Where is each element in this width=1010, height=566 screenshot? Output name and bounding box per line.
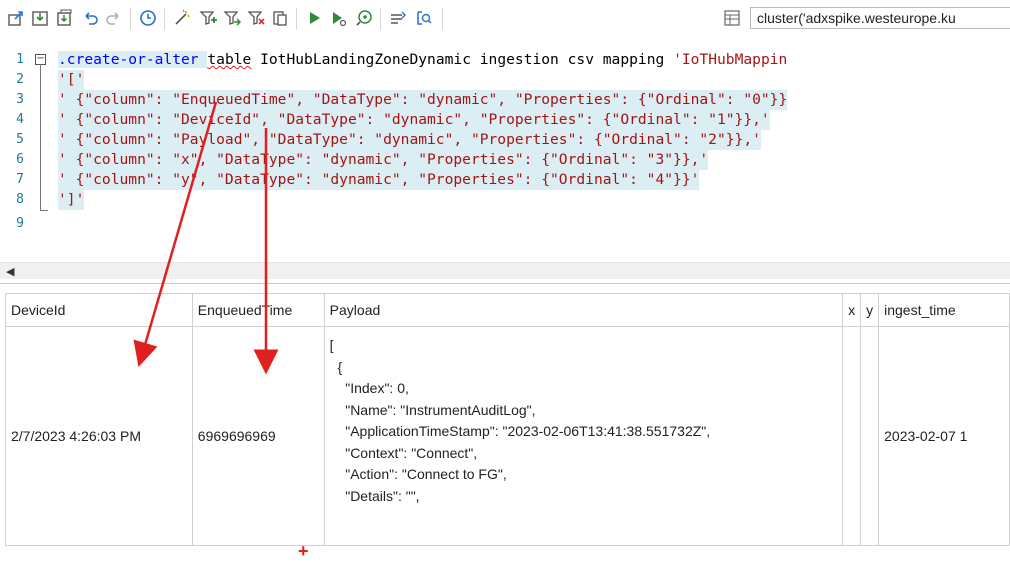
code-line: 1 − .create-or-alter table IotHubLanding… — [0, 50, 1010, 70]
code-text: '[' — [58, 70, 85, 90]
payload-line: "Name": "InstrumentAuditLog", — [329, 401, 536, 418]
fold-guide — [40, 64, 41, 210]
cluster-icon — [722, 8, 742, 28]
format-icon[interactable] — [172, 8, 192, 28]
fold-guide-end — [40, 210, 48, 211]
compare-icon[interactable] — [388, 8, 408, 28]
code-line: 2 '[' — [0, 70, 1010, 90]
header-row: DeviceId EnqueuedTime Payload x y ingest… — [5, 293, 1010, 327]
results-table: DeviceId EnqueuedTime Payload x y ingest… — [5, 293, 1010, 546]
share-icon[interactable] — [222, 8, 242, 28]
code-line: 7 ' {"column": "y", "DataType": "dynamic… — [0, 170, 1010, 190]
new-query-icon[interactable] — [198, 8, 218, 28]
save-all-icon[interactable] — [54, 8, 74, 28]
run-icon[interactable] — [304, 8, 324, 28]
results-grid: DeviceId EnqueuedTime Payload x y ingest… — [0, 283, 1010, 566]
cluster-connection-box[interactable]: cluster('adxspike.westeurope.ku — [750, 7, 1010, 29]
code-line: 4 ' {"column": "DeviceId", "DataType": "… — [0, 110, 1010, 130]
save-icon[interactable] — [30, 8, 50, 28]
code-text: .create-or-alter table IotHubLandingZone… — [58, 51, 788, 68]
cell-ingest-time[interactable]: 2023-02-07 1 — [878, 326, 1010, 546]
column-header-ingest-time[interactable]: ingest_time — [878, 293, 1010, 327]
payload-line: "Details": "", — [329, 487, 420, 504]
column-header-enqueuedtime[interactable]: EnqueuedTime — [191, 293, 325, 327]
code-text: ' {"column": "Payload", "DataType": "dyn… — [58, 130, 761, 150]
cell-payload[interactable]: [ { "Index": 0, "Name": "InstrumentAudit… — [323, 326, 844, 546]
line-number: 4 — [16, 112, 24, 127]
cluster-selector[interactable]: cluster('adxspike.westeurope.ku — [722, 7, 1010, 29]
column-header-deviceid[interactable]: DeviceId — [5, 293, 193, 327]
code-text: ' {"column": "EnqueuedTime", "DataType":… — [58, 90, 788, 110]
editor-horizontal-scrollbar[interactable]: ◀ — [0, 262, 1010, 279]
line-number: 2 — [16, 72, 24, 87]
undo-icon[interactable] — [80, 8, 100, 28]
code-line: 3 ' {"column": "EnqueuedTime", "DataType… — [0, 90, 1010, 110]
cell-x[interactable] — [842, 326, 862, 546]
payload-line: "Action": "Connect to FG", — [329, 466, 507, 482]
line-number: 5 — [16, 132, 24, 147]
payload-line: { — [329, 358, 343, 375]
column-header-x[interactable]: x — [842, 293, 862, 327]
column-header-payload[interactable]: Payload — [323, 293, 844, 327]
table-row[interactable]: 2/7/2023 4:26:03 PM 6969696969 [ { "Inde… — [5, 326, 1010, 546]
history-icon[interactable] — [138, 8, 158, 28]
code-text: ']' — [58, 190, 85, 210]
line-number: 8 — [16, 192, 24, 207]
payload-line: "Index": 0, — [329, 380, 409, 396]
payload-line: "Context": "Connect", — [329, 444, 478, 461]
export-icon[interactable] — [6, 8, 26, 28]
share-results-icon[interactable] — [246, 8, 266, 28]
line-number: 7 — [16, 172, 24, 187]
code-text: ' {"column": "x", "DataType": "dynamic",… — [58, 150, 709, 170]
payload-line: [ — [329, 337, 334, 353]
code-line: 6 ' {"column": "x", "DataType": "dynamic… — [0, 150, 1010, 170]
payload-line: "ApplicationTimeStamp": "2023-02-06T13:4… — [329, 423, 711, 439]
copy-icon[interactable] — [270, 8, 290, 28]
cell-y[interactable] — [860, 326, 880, 546]
query-editor[interactable]: 1 − .create-or-alter table IotHubLanding… — [0, 38, 1010, 260]
line-number: 9 — [16, 216, 24, 231]
code-line: 9 — [0, 210, 1010, 231]
cell-deviceid[interactable]: 2/7/2023 4:26:03 PM — [5, 326, 193, 546]
code-line: 5 ' {"column": "Payload", "DataType": "d… — [0, 130, 1010, 150]
scroll-left-icon[interactable]: ◀ — [6, 265, 14, 278]
line-number: 6 — [16, 152, 24, 167]
code-line: 8 ']' — [0, 190, 1010, 210]
annotation-plus: + — [298, 541, 309, 561]
toolbar: cluster('adxspike.westeurope.ku — [0, 0, 1010, 36]
code-text: ' {"column": "DeviceId", "DataType": "dy… — [58, 110, 770, 130]
line-number: 1 — [16, 52, 24, 67]
column-header-y[interactable]: y — [860, 293, 880, 327]
refresh-icon[interactable] — [414, 8, 434, 28]
recall-icon[interactable] — [354, 8, 374, 28]
cell-enqueuedtime[interactable]: 6969696969 — [191, 326, 325, 546]
redo-icon[interactable] — [104, 8, 124, 28]
code-text: ' {"column": "y", "DataType": "dynamic",… — [58, 170, 700, 190]
run-selection-icon[interactable] — [328, 8, 348, 28]
line-number: 3 — [16, 92, 24, 107]
